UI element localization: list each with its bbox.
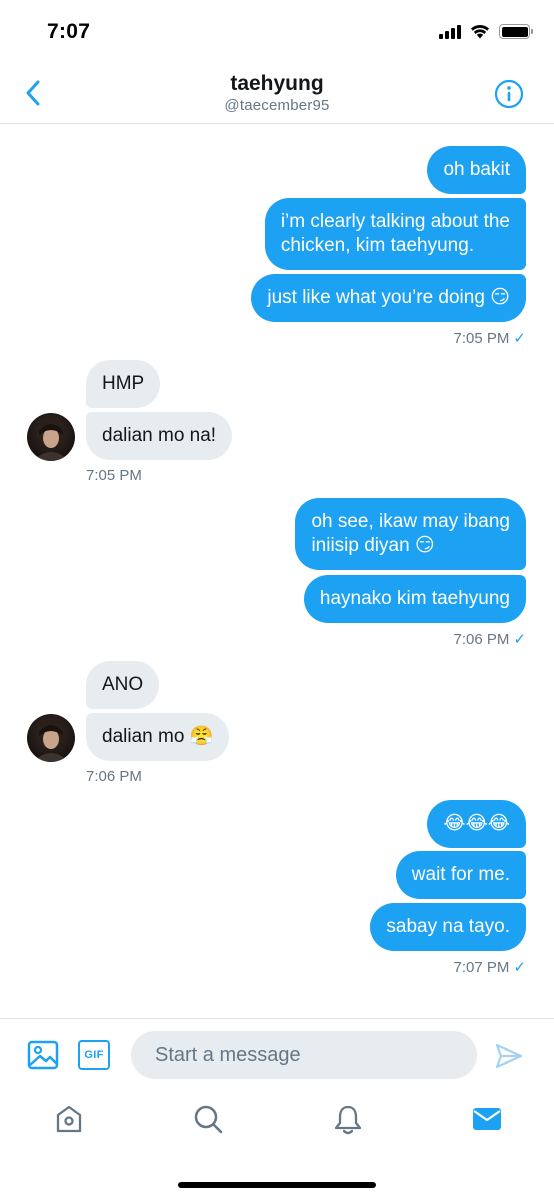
notifications-bell-icon [334,1105,362,1135]
status-time: 7:07 [47,20,91,43]
message-composer: GIF [0,1018,554,1092]
message-bubble-outgoing[interactable]: just like what you’re doing 😏 [251,274,526,322]
message-bubble-outgoing[interactable]: oh see, ikaw may ibang iniisip diyan 😏 [295,498,526,570]
message-bubble-outgoing[interactable]: sabay na tayo. [370,903,526,951]
contact-handle: @taecember95 [224,97,330,114]
message-timestamp: 7:05 PM ✓ [454,329,526,347]
home-icon [56,1105,82,1133]
send-icon [495,1043,523,1069]
send-button[interactable] [494,1041,524,1071]
search-icon [194,1105,223,1134]
tab-bar [0,1092,554,1162]
cellular-signal-icon [439,24,461,39]
timestamp-text: 7:05 PM [453,330,510,347]
timestamp-text: 7:07 PM [453,959,510,976]
image-icon [27,1040,59,1070]
tab-messages[interactable] [470,1102,504,1136]
message-input[interactable] [131,1031,477,1079]
conversation-info-button[interactable] [494,79,524,109]
avatar-photo [33,419,69,461]
home-indicator[interactable] [178,1182,376,1188]
messages-envelope-icon [473,1108,501,1130]
status-icons [439,24,533,39]
message-bubble-outgoing[interactable]: wait for me. [395,851,526,899]
message-bubble-outgoing[interactable]: 😂😂😂 [427,800,526,848]
contact-name: taehyung [230,72,324,95]
conversation-title[interactable]: taehyung @taecember95 [0,71,554,115]
tab-search[interactable] [191,1102,225,1136]
message-bubble-outgoing[interactable]: oh bakit [427,146,526,194]
message-bubble-incoming[interactable]: HMP [86,360,161,408]
status-bar: 7:07 [0,0,554,62]
conversation-header: taehyung @taecember95 [0,62,554,124]
info-circle-icon [494,79,524,109]
read-check-icon: ✓ [513,330,526,347]
tab-notifications[interactable] [331,1102,365,1136]
message-timestamp: 7:05 PM [86,467,142,484]
message-timestamp: 7:06 PM [86,768,142,785]
tab-home[interactable] [52,1102,86,1136]
message-bubble-outgoing[interactable]: haynako kim taehyung [303,575,526,623]
message-bubble-outgoing[interactable]: i’m clearly talking about the chicken, k… [264,198,526,270]
message-line: chicken, kim taehyung. [280,235,475,256]
message-bubble-incoming[interactable]: dalian mo 😤 [86,713,230,761]
message-timestamp: 7:06 PM ✓ [454,630,526,648]
message-bubble-incoming[interactable]: ANO [86,661,160,709]
battery-icon [499,24,533,39]
read-check-icon: ✓ [513,959,526,976]
message-line: oh see, ikaw may ibang [311,511,510,532]
message-bubble-incoming[interactable]: dalian mo na! [86,412,233,460]
message-line: i’m clearly talking about the [280,211,510,232]
timestamp-text: 7:06 PM [453,631,510,648]
read-check-icon: ✓ [513,631,526,648]
avatar-photo [33,720,69,762]
gif-button[interactable]: GIF [78,1040,110,1070]
avatar[interactable] [27,413,75,461]
message-timestamp: 7:07 PM ✓ [454,958,526,976]
message-line: iniisip diyan 😏 [311,535,435,556]
avatar[interactable] [27,714,75,762]
wifi-icon [471,24,489,39]
add-photo-button[interactable] [27,1039,59,1071]
